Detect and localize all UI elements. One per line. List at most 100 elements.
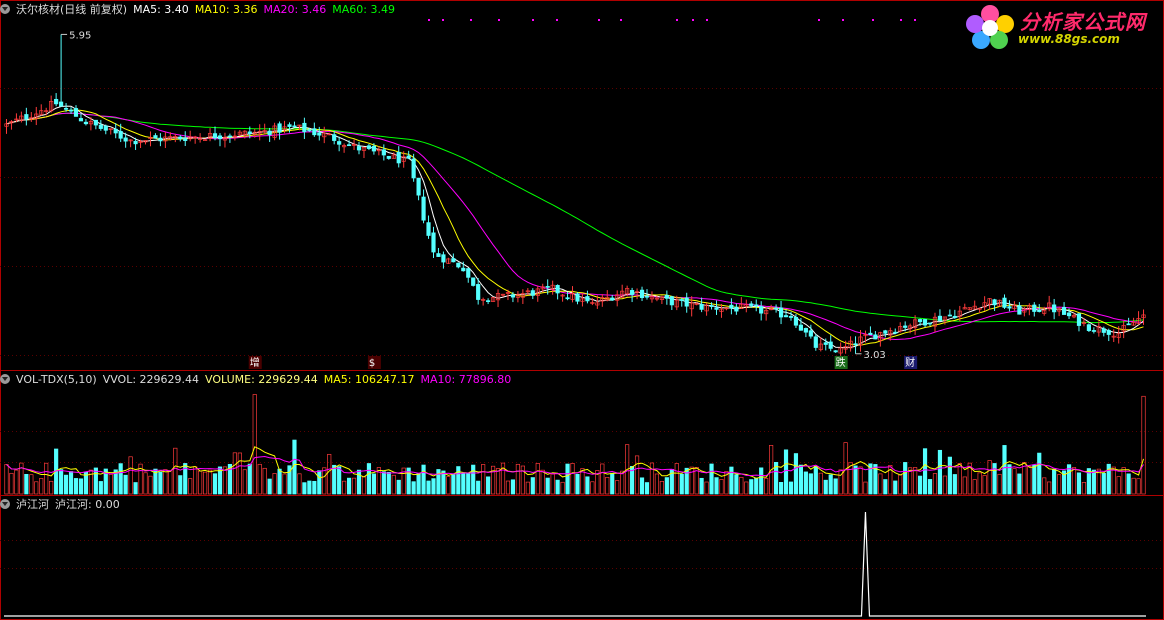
candle-body xyxy=(73,108,79,117)
candle-body xyxy=(307,129,312,132)
volume-bar xyxy=(342,480,347,495)
volume-bar xyxy=(456,466,461,495)
dropdown-icon[interactable] xyxy=(0,4,10,14)
event-tick xyxy=(692,19,694,21)
indicator-path xyxy=(4,511,1146,617)
candle-body xyxy=(530,290,535,296)
candle-body xyxy=(669,296,674,306)
candle-body xyxy=(1007,306,1012,309)
candle-body xyxy=(610,297,615,301)
candle-body xyxy=(585,296,590,302)
ma10-path xyxy=(6,109,1144,346)
volume-bar xyxy=(237,452,242,495)
volume-bar xyxy=(714,477,719,495)
volume-bar xyxy=(188,478,193,495)
candle-body xyxy=(337,141,342,145)
volume-bar xyxy=(1111,466,1116,495)
logo-title: 分析家公式网 xyxy=(1020,10,1146,34)
candle-body xyxy=(123,137,128,142)
stock-chart[interactable]: 5.95 3.03 增 $ 跌 财 xyxy=(0,0,1164,620)
candle-body xyxy=(153,135,158,139)
candle-body xyxy=(664,294,669,299)
volume-bar xyxy=(540,469,545,495)
volume-bar xyxy=(952,474,957,495)
volume-bar xyxy=(759,467,764,495)
candle-body xyxy=(709,305,714,307)
volume-bar xyxy=(505,480,511,495)
indicator-name[interactable]: 泸江河 xyxy=(16,498,49,511)
vol-indicator-name[interactable]: VOL-TDX(5,10) xyxy=(16,373,97,386)
stock-title[interactable]: 沃尔核材(日线 前复权) xyxy=(16,3,127,16)
event-tick xyxy=(470,19,472,21)
volume-bar xyxy=(927,479,933,495)
volume-bar xyxy=(466,473,471,495)
volume-bar xyxy=(689,466,694,495)
candle-body xyxy=(1106,330,1111,335)
volume-bar xyxy=(734,474,739,495)
candle-body xyxy=(808,330,813,337)
candle-body xyxy=(302,122,307,133)
volume-bar xyxy=(1131,477,1136,495)
logo-url[interactable]: www.88gs.com xyxy=(1018,32,1120,46)
candle-body xyxy=(416,177,421,196)
candle-body xyxy=(1032,304,1037,312)
volume-bar xyxy=(962,476,967,495)
volume-bar xyxy=(346,477,352,495)
volume-bar xyxy=(932,473,938,495)
volume-bar xyxy=(386,471,391,495)
volume-bar xyxy=(232,452,237,495)
event-tick xyxy=(900,19,902,21)
volume-bar xyxy=(729,466,734,495)
volume-bar xyxy=(207,469,213,495)
volume-bar xyxy=(411,481,416,495)
volume-bar xyxy=(987,460,992,495)
candle-body xyxy=(1061,306,1067,315)
dropdown-icon[interactable] xyxy=(0,374,10,384)
candle-body xyxy=(729,304,734,309)
volume-bar xyxy=(778,482,784,495)
candle-body xyxy=(813,336,818,348)
volume-bar xyxy=(14,469,19,495)
candle-body xyxy=(406,155,411,159)
ma20-readout: MA20: 3.46 xyxy=(263,3,327,16)
candle-body xyxy=(436,253,441,257)
volume-bar xyxy=(833,478,838,495)
volume-bar xyxy=(476,480,481,495)
ma5-readout: MA5: 3.40 xyxy=(133,3,189,16)
volume-bar xyxy=(133,482,138,495)
candle-body xyxy=(411,158,416,179)
volume-bar xyxy=(550,473,555,495)
volume-bar xyxy=(848,462,853,495)
event-tick xyxy=(598,19,600,21)
candle-body xyxy=(679,299,684,301)
volume-bar xyxy=(605,476,610,495)
volume-bar xyxy=(664,477,669,495)
candle-body xyxy=(292,125,297,128)
volume-bar xyxy=(898,474,903,495)
candle-body xyxy=(486,300,491,302)
volume-bar xyxy=(808,473,813,495)
volume-bar xyxy=(495,468,501,495)
volume-bar xyxy=(1042,477,1047,495)
volume-bar xyxy=(997,473,1002,495)
dropdown-icon[interactable] xyxy=(0,499,10,509)
volume-bar xyxy=(446,476,451,495)
volume-bar xyxy=(610,472,615,495)
volume-bar xyxy=(108,474,113,495)
volume-bar xyxy=(858,466,863,495)
ma60-path xyxy=(6,112,1144,324)
candle-body xyxy=(684,297,689,307)
event-tick xyxy=(676,19,678,21)
volume-bar xyxy=(942,475,947,495)
volume-bar xyxy=(371,473,376,495)
candle-body xyxy=(555,285,560,294)
volume-bar xyxy=(749,479,754,495)
volume-bar xyxy=(198,470,203,495)
ma10-readout: MA10: 3.36 xyxy=(194,3,258,16)
volume-panel-header: VOL-TDX(5,10) VVOL: 229629.44 VOLUME: 2296… xyxy=(0,372,517,388)
volume-bar xyxy=(317,470,322,495)
volume-bar xyxy=(818,472,823,495)
volume-bar xyxy=(903,462,908,495)
volume-bar xyxy=(679,473,684,495)
candle-body xyxy=(471,277,476,286)
